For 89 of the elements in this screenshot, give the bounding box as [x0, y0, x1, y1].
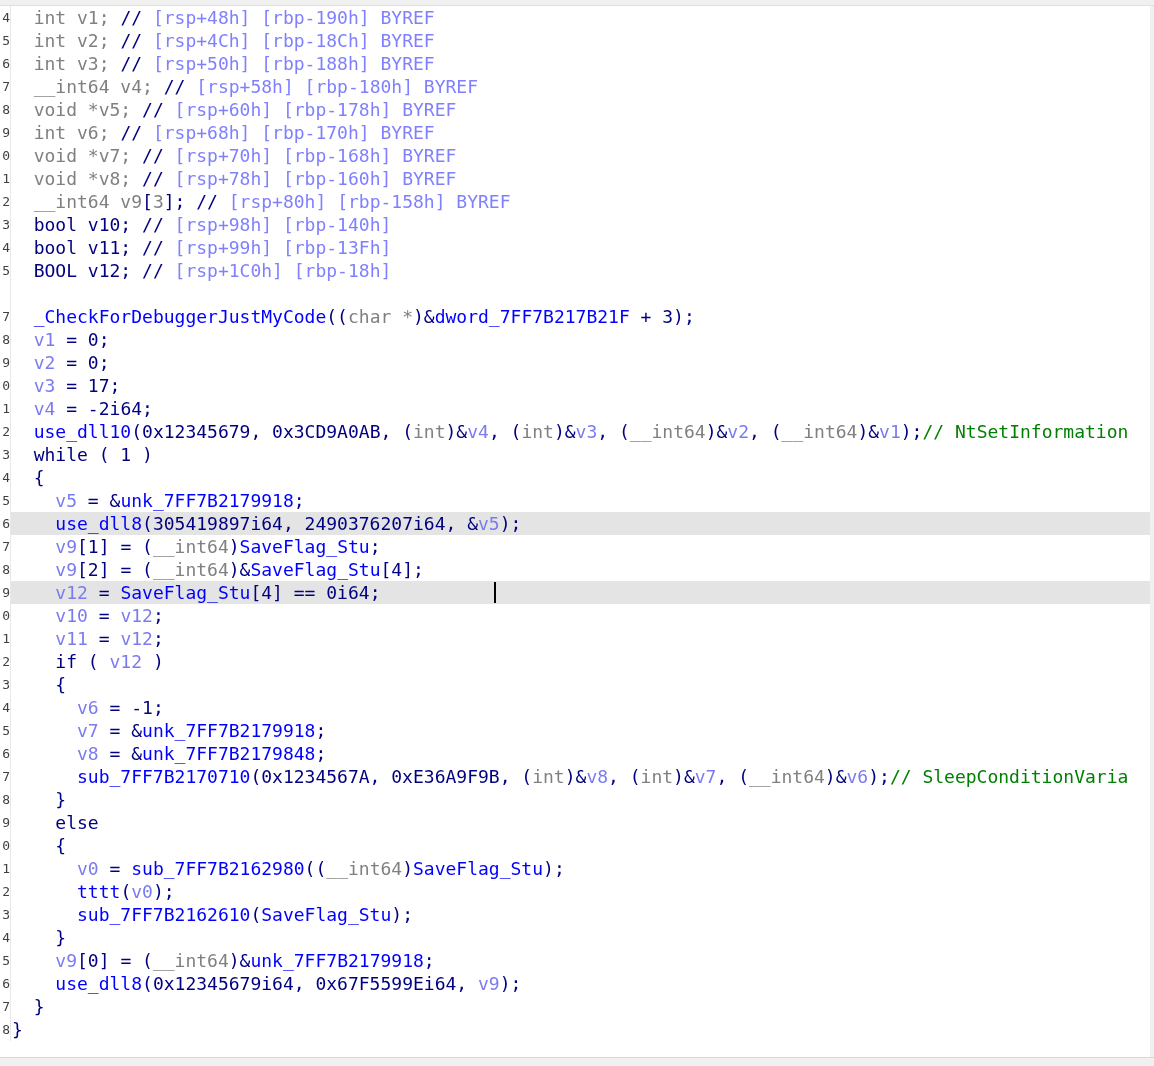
code-line: bool v10; // [rsp+98h] [rbp-140h] [33, 213, 392, 236]
code-line: v9[1] = (__int64)SaveFlag_Stu; [55, 535, 381, 558]
line-number: 8 [2, 1021, 10, 1039]
line-number: 9 [2, 124, 10, 142]
code-line: v7 = &unk_7FF7B2179918; [77, 719, 327, 742]
line-number: 5 [2, 32, 10, 50]
code-line: v8 = &unk_7FF7B2179848; [77, 742, 327, 765]
line-number: 5 [2, 262, 10, 280]
line-number: 6 [2, 515, 10, 533]
code-line: v12 = SaveFlag_Stu[4] == 0i64; [55, 581, 381, 604]
line-number: 7 [2, 78, 10, 96]
line-number: 3 [2, 446, 10, 464]
code-line: int v3; // [rsp+50h] [rbp-188h] BYREF [33, 52, 435, 75]
line-number: 4 [2, 699, 10, 717]
line-number: 2 [2, 883, 10, 901]
code-line: while ( 1 ) [33, 443, 153, 466]
code-line: } [12, 1018, 23, 1041]
line-number: 7 [2, 768, 10, 786]
line-number: 9 [2, 814, 10, 832]
line-number: 0 [2, 607, 10, 625]
code-line: use_dll10(0x12345679, 0x3CD9A0AB, (int)&v4, (int)&v3, (__int64)&v2, (__int64)&v1);// NtSetInformation [33, 420, 1129, 443]
line-number: 9 [2, 584, 10, 602]
code-line: v3 = 17; [33, 374, 121, 397]
code-line: bool v11; // [rsp+99h] [rbp-13Fh] [33, 236, 392, 259]
code-line: { [55, 834, 67, 857]
code-line: v9[2] = (__int64)&SaveFlag_Stu[4]; [55, 558, 424, 581]
line-number: 5 [2, 492, 10, 510]
code-line: sub_7FF7B2170710(0x1234567A, 0xE36A9F9B, (int)&v8, (int)&v7, (__int64)&v6);// SleepConditionVaria [77, 765, 1129, 788]
line-number: 1 [2, 400, 10, 418]
line-number: 1 [2, 170, 10, 188]
line-number: 6 [2, 745, 10, 763]
line-number: 4 [2, 929, 10, 947]
code-line: _CheckForDebuggerJustMyCode((char *)&dword_7FF7B217B21F + 3); [33, 305, 695, 328]
line-number: 0 [2, 837, 10, 855]
code-line: v6 = -1; [77, 696, 164, 719]
code-line: v1 = 0; [33, 328, 110, 351]
line-number: 4 [2, 469, 10, 487]
line-number: 3 [2, 216, 10, 234]
line-number: 0 [2, 377, 10, 395]
code-line: v0 = sub_7FF7B2162980((__int64)SaveFlag_Stu); [77, 857, 565, 880]
code-line: } [33, 995, 45, 1018]
code-line: } [55, 926, 67, 949]
code-line: { [33, 466, 45, 489]
code-line: v4 = -2i64; [33, 397, 153, 420]
line-number: 8 [2, 331, 10, 349]
code-line: v10 = v12; [55, 604, 164, 627]
code-line: void *v5; // [rsp+60h] [rbp-178h] BYREF [33, 98, 457, 121]
code-line: { [55, 673, 67, 696]
line-number: 6 [2, 975, 10, 993]
code-line: v5 = &unk_7FF7B2179918; [55, 489, 305, 512]
code-line: __int64 v4; // [rsp+58h] [rbp-180h] BYREF [33, 75, 478, 98]
line-number: 3 [2, 906, 10, 924]
line-number: 7 [2, 538, 10, 556]
line-number: 4 [2, 9, 10, 27]
line-number: 7 [2, 998, 10, 1016]
code-line: v11 = v12; [55, 627, 164, 650]
line-number: 8 [2, 791, 10, 809]
code-line: BOOL v12; // [rsp+1C0h] [rbp-18h] [33, 259, 392, 282]
line-number: 2 [2, 423, 10, 441]
line-number: 9 [2, 354, 10, 372]
line-number: 3 [2, 676, 10, 694]
code-line: v9[0] = (__int64)&unk_7FF7B2179918; [55, 949, 435, 972]
line-number: 2 [2, 653, 10, 671]
code-line: void *v8; // [rsp+78h] [rbp-160h] BYREF [33, 167, 457, 190]
code-line: void *v7; // [rsp+70h] [rbp-168h] BYREF [33, 144, 457, 167]
line-number: 7 [2, 308, 10, 326]
line-number: 2 [2, 193, 10, 211]
line-number: 5 [2, 952, 10, 970]
line-number: 8 [2, 101, 10, 119]
line-number: 1 [2, 630, 10, 648]
code-line: __int64 v9[3]; // [rsp+80h] [rbp-158h] BYREF [33, 190, 511, 213]
code-line: use_dll8(0x12345679i64, 0x67F5599Ei64, v9); [55, 972, 522, 995]
line-number: 8 [2, 561, 10, 579]
code-line: tttt(v0); [77, 880, 175, 903]
code-line: int v6; // [rsp+68h] [rbp-170h] BYREF [33, 121, 435, 144]
code-line: v2 = 0; [33, 351, 110, 374]
code-line: if ( v12 ) [55, 650, 164, 673]
code-line: int v2; // [rsp+4Ch] [rbp-18Ch] BYREF [33, 29, 435, 52]
code-line: } [55, 788, 67, 811]
line-number: 0 [2, 147, 10, 165]
line-number: 6 [2, 55, 10, 73]
code-line: else [55, 811, 99, 834]
code-line: use_dll8(305419897i64, 2490376207i64, &v5); [55, 512, 522, 535]
line-number: 4 [2, 239, 10, 257]
code-line: int v1; // [rsp+48h] [rbp-190h] BYREF [33, 6, 435, 29]
line-number: 1 [2, 860, 10, 878]
text-cursor [494, 582, 496, 603]
code-line: sub_7FF7B2162610(SaveFlag_Stu); [77, 903, 413, 926]
line-number: 5 [2, 722, 10, 740]
